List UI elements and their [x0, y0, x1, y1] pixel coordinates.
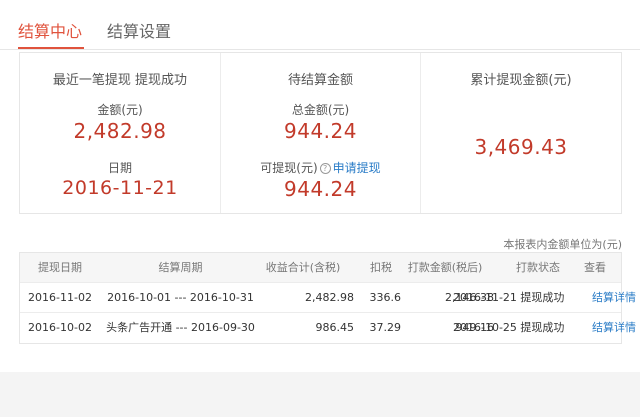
- date-label: 日期: [107, 161, 132, 175]
- tab-settlement-settings[interactable]: 结算设置: [107, 18, 171, 42]
- row-status: 2016-11-21 提现成功: [453, 291, 565, 304]
- row-gross: 986.45: [315, 321, 355, 334]
- col-header-net: 打款金额(税后): [407, 261, 483, 274]
- help-icon[interactable]: ?: [319, 163, 331, 174]
- row-date: 2016-11-02: [28, 291, 92, 304]
- row-status: 2016-10-25 提现成功: [453, 321, 565, 334]
- apply-withdrawal-link[interactable]: 申请提现: [333, 161, 381, 175]
- total-amount-label: 总金额(元): [291, 103, 350, 117]
- page-footer-band: [0, 372, 640, 417]
- withdrawable-label: 可提现(元): [260, 161, 318, 175]
- amount-label: 金额(元): [97, 103, 143, 117]
- tab-settlement-center[interactable]: 结算中心: [18, 18, 82, 42]
- withdrawable-row: 可提现(元)? 申请提现: [221, 159, 420, 176]
- pending-heading: 待结算金额: [287, 73, 353, 88]
- row-tax: 336.6: [369, 291, 402, 304]
- cumulative-heading: 累计提现金额(元): [470, 73, 572, 88]
- col-header-period: 结算周期: [158, 261, 203, 274]
- row-tax: 37.29: [369, 321, 402, 334]
- table-row: 2016-10-02 头条广告开通 --- 2016-09-30 986.45 …: [20, 313, 636, 343]
- col-header-gross: 收益合计(含税): [265, 261, 341, 274]
- unit-note: 本报表内金额单位为(元): [503, 238, 622, 251]
- row-detail-link[interactable]: 结算详情: [592, 283, 638, 313]
- col-header-date: 提现日期: [38, 261, 82, 274]
- recent-date: 2016-11-21: [62, 177, 178, 199]
- row-date: 2016-10-02: [28, 321, 92, 334]
- table-header: 提现日期 结算周期 收益合计(含税) 扣税 打款金额(税后) 打款状态 查看: [20, 253, 621, 283]
- cumulative-amount: 3,469.43: [474, 135, 568, 159]
- withdrawable-amount: 944.24: [284, 177, 357, 201]
- pending-settlement-column: 待结算金额 总金额(元) 944.24 可提现(元)? 申请提现 944.24: [220, 53, 420, 213]
- cumulative-withdrawal-column: 累计提现金额(元) 3,469.43: [420, 53, 621, 213]
- settlement-table: 提现日期 结算周期 收益合计(含税) 扣税 打款金额(税后) 打款状态 查看 2…: [19, 252, 636, 344]
- row-period: 2016-10-01 --- 2016-10-31: [107, 291, 254, 304]
- row-period: 头条广告开通 --- 2016-09-30: [106, 321, 255, 334]
- row-gross: 2,482.98: [305, 291, 354, 304]
- col-header-view: 查看: [584, 261, 606, 274]
- active-tab-indicator: [18, 47, 84, 49]
- tab-bar: 结算中心 结算设置: [0, 0, 640, 50]
- table-row: 2016-11-02 2016-10-01 --- 2016-10-31 2,4…: [20, 283, 636, 313]
- row-detail-link[interactable]: 结算详情: [592, 313, 638, 343]
- total-amount: 944.24: [284, 119, 357, 143]
- recent-amount: 2,482.98: [73, 119, 167, 143]
- recent-withdrawal-heading: 最近一笔提现 提现成功: [52, 73, 188, 88]
- summary-panel: 最近一笔提现 提现成功 金额(元) 2,482.98 日期 2016-11-21…: [19, 52, 622, 214]
- recent-withdrawal-column: 最近一笔提现 提现成功 金额(元) 2,482.98 日期 2016-11-21: [20, 53, 220, 213]
